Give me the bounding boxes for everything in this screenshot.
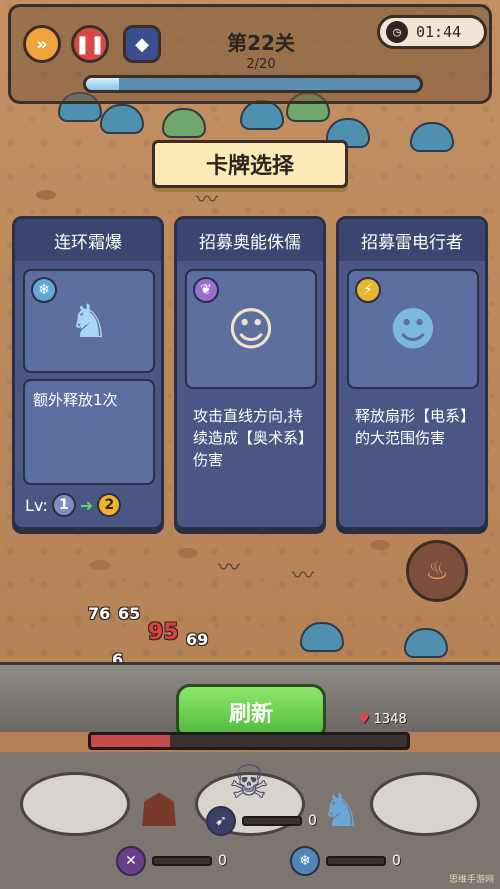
base-hp-label: ♥ 1348 <box>358 712 407 727</box>
arcane-feather-icon: ❦ <box>193 277 219 303</box>
ice-knight-hero-icon: ♞ <box>320 783 362 837</box>
rogue-hero-icon: ☗ <box>138 783 180 837</box>
hero-pad[interactable] <box>370 772 480 836</box>
damage-number: 95 <box>148 620 179 645</box>
hero-count: 0 <box>308 813 317 829</box>
hero-energy-bar <box>326 856 386 866</box>
arcane-gnome-icon: ☺ <box>227 302 275 356</box>
ice-crystal-icon: ❄ <box>290 846 320 876</box>
arrow-right-icon: ➜ <box>79 495 94 515</box>
wave-progress-fill <box>86 78 120 90</box>
card-deck-icon: ◆ <box>135 33 149 55</box>
clock-icon: ◷ <box>386 21 408 43</box>
blue-slime-enemy <box>404 628 448 658</box>
bat-enemy: 〰 <box>292 564 315 589</box>
hero-count: 0 <box>392 853 401 869</box>
hero-energy-bar <box>152 856 212 866</box>
hero-status-rogue: ✕ 0 <box>116 846 227 876</box>
dagger-icon: ✕ <box>116 846 146 876</box>
base-hp-value: 1348 <box>373 712 407 727</box>
dark-mage-hero-icon: ☠ <box>228 755 270 809</box>
fast-forward-button[interactable]: » <box>23 25 61 63</box>
pause-icon: ❚❚ <box>74 33 106 55</box>
ice-knight-icon: ♞ <box>68 294 110 348</box>
pause-button[interactable]: ❚❚ <box>71 25 109 63</box>
hero-rogue[interactable]: ☗ <box>124 770 194 850</box>
level-prefix: Lv: <box>25 495 48 515</box>
hero-count: 0 <box>218 853 227 869</box>
card-art-arcane-gnome: ❦ ☺ <box>185 269 317 389</box>
level-to: 2 <box>97 493 122 517</box>
hero-pad[interactable] <box>20 772 130 836</box>
card-description: 额外释放1次 <box>23 379 155 485</box>
damage-number: 76 <box>88 604 111 623</box>
hero-status-ice-knight: ❄ 0 <box>290 846 401 876</box>
ground-pit <box>90 560 110 570</box>
card-description: 释放扇形【电系】的大范围伤害 <box>355 407 468 447</box>
heart-icon: ♥ <box>358 712 370 727</box>
battle-timer: ◷ 01:44 <box>377 15 487 49</box>
level-from: 1 <box>51 493 76 517</box>
ice-crystal-icon: ❄ <box>31 277 57 303</box>
fast-forward-icon: » <box>36 33 48 55</box>
stage-title: 第22关 <box>227 31 295 55</box>
bat-enemy: 〰 <box>218 556 241 581</box>
wave-count: 2/20 <box>246 57 276 72</box>
base-hp-fill <box>91 735 170 747</box>
card-chain-frost[interactable]: 连环霜爆 ❄ ♞ 额外释放1次 Lv: 1 ➜ 2 <box>12 216 164 530</box>
hero-energy-bar <box>242 816 302 826</box>
card-recruit-arcane-gnome[interactable]: 招募奥能侏儒 ❦ ☺ 攻击直线方向,持续造成【奥术系】伤害 <box>174 216 326 530</box>
skill-card-button[interactable]: ◆ <box>123 25 161 63</box>
card-art-thunder-walker: ⚡ ☻ <box>347 269 479 389</box>
card-title: 连环霜爆 <box>15 219 161 261</box>
thunder-walker-icon: ☻ <box>389 302 437 356</box>
phoenix-icon: ♨ <box>425 556 449 586</box>
card-description: 攻击直线方向,持续造成【奥术系】伤害 <box>193 407 306 469</box>
card-level-upgrade: Lv: 1 ➜ 2 <box>25 493 122 517</box>
blue-slime-enemy <box>300 622 344 652</box>
ground-pit <box>178 548 198 558</box>
damage-number: 69 <box>186 630 209 649</box>
wave-progress-bar <box>83 75 423 93</box>
timer-value: 01:44 <box>416 23 462 41</box>
card-title: 招募奥能侏儒 <box>177 219 323 261</box>
card-title: 招募雷电行者 <box>339 219 485 261</box>
card-recruit-thunder-walker[interactable]: 招募雷电行者 ⚡ ☻ 释放扇形【电系】的大范围伤害 <box>336 216 488 530</box>
shadow-bolt-icon: ➹ <box>206 806 236 836</box>
card-selection-banner: 卡牌选择 <box>133 140 367 193</box>
card-selection-overlay: 卡牌选择 连环霜爆 ❄ ♞ 额外释放1次 Lv: 1 ➜ 2 招募奥能侏儒 ❦ … <box>0 108 500 548</box>
hero-status-dark-mage: ➹ 0 <box>206 806 317 836</box>
phoenix-skill-button[interactable]: ♨ <box>406 540 468 602</box>
lightning-icon: ⚡ <box>355 277 381 303</box>
damage-number: 65 <box>118 604 141 623</box>
card-art-ice-knight: ❄ ♞ <box>23 269 155 373</box>
top-hud: » ❚❚ ◆ 第22关 2/20 ◷ 01:44 <box>8 4 492 104</box>
watermark: 思维手游网 <box>448 875 494 885</box>
